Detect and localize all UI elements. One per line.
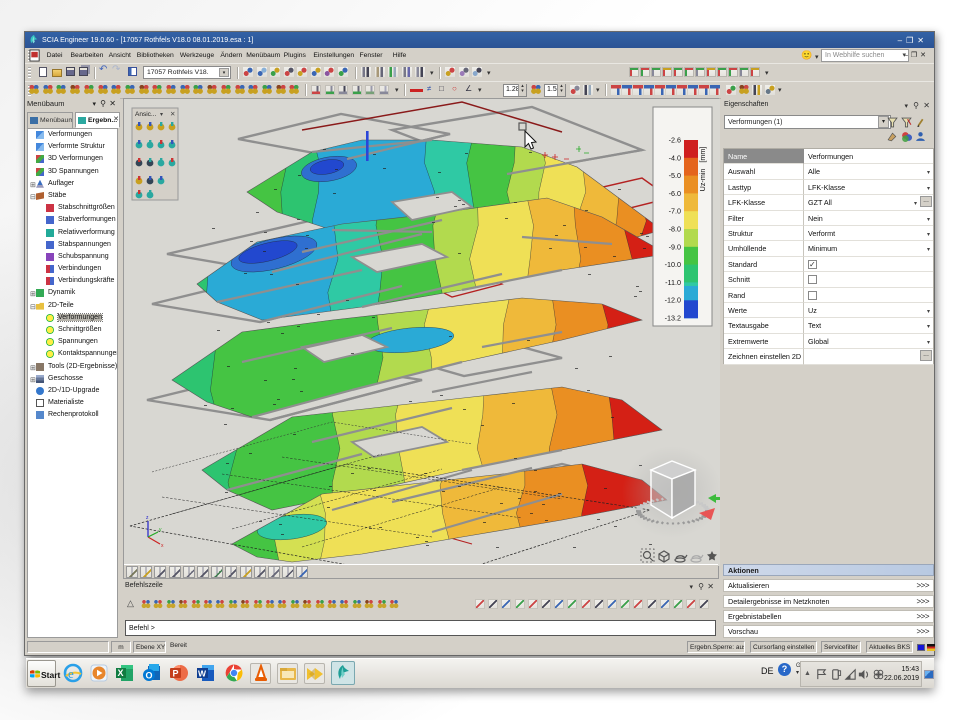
svg-text:-7.0: -7.0 [669, 207, 681, 216]
svg-text:-6.0: -6.0 [669, 189, 681, 198]
svg-text:✕: ✕ [170, 111, 175, 118]
svg-text:-8.0: -8.0 [669, 225, 681, 234]
svg-text:-2.6: -2.6 [669, 136, 681, 145]
svg-text:-13.2: -13.2 [665, 314, 681, 323]
svg-text:-5.0: -5.0 [669, 171, 681, 180]
svg-text:-12.0: -12.0 [665, 296, 681, 305]
svg-text:e: e [68, 666, 74, 681]
svg-text:P: P [173, 669, 179, 679]
svg-text:X: X [118, 668, 124, 678]
svg-text:Ansic...: Ansic... [135, 111, 157, 118]
svg-text:-11.0: -11.0 [665, 278, 681, 287]
svg-text:-10.0: -10.0 [665, 260, 681, 269]
svg-text:-4.0: -4.0 [669, 153, 681, 162]
svg-text:-9.0: -9.0 [669, 242, 681, 251]
svg-text:Uz-min [mm]: Uz-min [mm] [698, 147, 707, 192]
svg-text:O: O [146, 671, 153, 681]
svg-text:▾: ▾ [160, 112, 163, 118]
svg-text:W: W [198, 669, 207, 679]
